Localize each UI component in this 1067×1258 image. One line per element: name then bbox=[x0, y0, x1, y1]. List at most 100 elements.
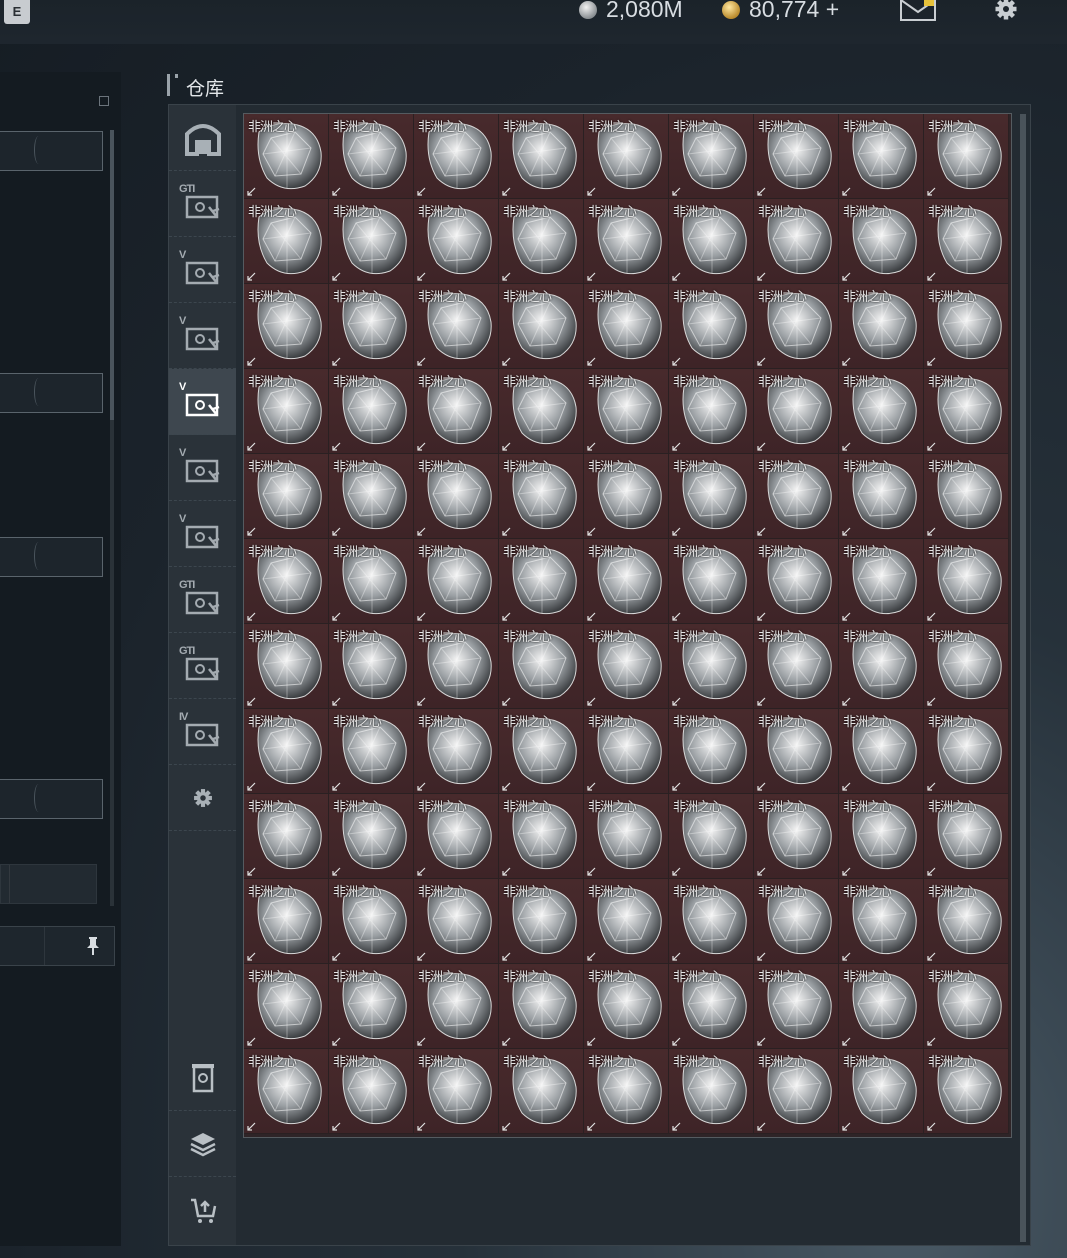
inventory-item[interactable]: 非洲之心 bbox=[499, 1049, 584, 1134]
inventory-item[interactable]: 非洲之心 bbox=[329, 879, 414, 964]
equipment-slot-dark[interactable] bbox=[0, 864, 97, 904]
inventory-item[interactable]: 非洲之心 bbox=[839, 284, 924, 369]
inventory-item[interactable]: 非洲之心 bbox=[414, 199, 499, 284]
inventory-item[interactable]: 非洲之心 bbox=[924, 539, 1009, 624]
inventory-item[interactable]: 非洲之心 bbox=[329, 454, 414, 539]
inventory-item[interactable]: 非洲之心 bbox=[329, 369, 414, 454]
tab-5[interactable]: V bbox=[169, 435, 236, 501]
inventory-item[interactable]: 非洲之心 bbox=[924, 369, 1009, 454]
inventory-item[interactable]: 非洲之心 bbox=[839, 709, 924, 794]
inventory-item[interactable]: 非洲之心 bbox=[754, 454, 839, 539]
inventory-item[interactable]: 非洲之心 bbox=[839, 964, 924, 1049]
inventory-item[interactable]: 非洲之心 bbox=[584, 369, 669, 454]
inventory-item[interactable]: 非洲之心 bbox=[669, 709, 754, 794]
tab-8[interactable]: GTI bbox=[169, 633, 236, 699]
inventory-item[interactable]: 非洲之心 bbox=[414, 539, 499, 624]
mail-button[interactable] bbox=[900, 0, 936, 22]
inventory-item[interactable]: 非洲之心 bbox=[669, 369, 754, 454]
equipment-slot[interactable] bbox=[0, 779, 103, 819]
inventory-item[interactable]: 非洲之心 bbox=[924, 284, 1009, 369]
tab-1[interactable]: GTI bbox=[169, 171, 236, 237]
inventory-item[interactable]: 非洲之心 bbox=[839, 369, 924, 454]
inventory-item[interactable]: 非洲之心 bbox=[754, 1049, 839, 1134]
tab-10[interactable] bbox=[169, 765, 236, 831]
inventory-item[interactable]: 非洲之心 bbox=[669, 964, 754, 1049]
left-scrollbar-track[interactable] bbox=[110, 420, 114, 906]
inventory-item[interactable]: 非洲之心 bbox=[499, 369, 584, 454]
inventory-item[interactable]: 非洲之心 bbox=[414, 709, 499, 794]
inventory-item[interactable]: 非洲之心 bbox=[329, 1049, 414, 1134]
inventory-item[interactable]: 非洲之心 bbox=[499, 879, 584, 964]
inventory-item[interactable]: 非洲之心 bbox=[754, 624, 839, 709]
inventory-item[interactable]: 非洲之心 bbox=[839, 879, 924, 964]
tab-9[interactable]: IV bbox=[169, 699, 236, 765]
inventory-item[interactable]: 非洲之心 bbox=[499, 284, 584, 369]
inventory-item[interactable]: 非洲之心 bbox=[244, 1049, 329, 1134]
inventory-item[interactable]: 非洲之心 bbox=[669, 624, 754, 709]
inventory-item[interactable]: 非洲之心 bbox=[499, 114, 584, 199]
inventory-item[interactable]: 非洲之心 bbox=[329, 624, 414, 709]
equipment-slot[interactable] bbox=[0, 373, 103, 413]
inventory-item[interactable]: 非洲之心 bbox=[329, 114, 414, 199]
layers-button[interactable] bbox=[169, 1111, 236, 1177]
inventory-item[interactable]: 非洲之心 bbox=[839, 794, 924, 879]
inventory-item[interactable]: 非洲之心 bbox=[499, 624, 584, 709]
inventory-item[interactable]: 非洲之心 bbox=[669, 794, 754, 879]
inventory-item[interactable]: 非洲之心 bbox=[839, 454, 924, 539]
inventory-item[interactable]: 非洲之心 bbox=[244, 199, 329, 284]
inventory-item[interactable]: 非洲之心 bbox=[414, 454, 499, 539]
pin-icon[interactable] bbox=[86, 936, 100, 956]
inventory-item[interactable]: 非洲之心 bbox=[924, 1049, 1009, 1134]
inventory-item[interactable]: 非洲之心 bbox=[499, 199, 584, 284]
tab-7[interactable]: GTI bbox=[169, 567, 236, 633]
inventory-item[interactable]: 非洲之心 bbox=[924, 794, 1009, 879]
inventory-item[interactable]: 非洲之心 bbox=[414, 624, 499, 709]
tab-4[interactable]: V bbox=[169, 369, 236, 435]
inventory-item[interactable]: 非洲之心 bbox=[839, 624, 924, 709]
inventory-item[interactable]: 非洲之心 bbox=[584, 709, 669, 794]
inventory-item[interactable]: 非洲之心 bbox=[839, 199, 924, 284]
inventory-item[interactable]: 非洲之心 bbox=[414, 284, 499, 369]
inventory-item[interactable]: 非洲之心 bbox=[329, 539, 414, 624]
tab-6[interactable]: V bbox=[169, 501, 236, 567]
inventory-item[interactable]: 非洲之心 bbox=[584, 114, 669, 199]
inventory-item[interactable]: 非洲之心 bbox=[414, 369, 499, 454]
inventory-item[interactable]: 非洲之心 bbox=[414, 794, 499, 879]
inventory-item[interactable]: 非洲之心 bbox=[669, 1049, 754, 1134]
left-scrollbar-thumb[interactable] bbox=[110, 130, 114, 420]
inventory-item[interactable]: 非洲之心 bbox=[414, 1049, 499, 1134]
inventory-item[interactable]: 非洲之心 bbox=[244, 794, 329, 879]
inventory-item[interactable]: 非洲之心 bbox=[839, 114, 924, 199]
inventory-item[interactable]: 非洲之心 bbox=[924, 454, 1009, 539]
inventory-item[interactable]: 非洲之心 bbox=[414, 114, 499, 199]
inventory-item[interactable]: 非洲之心 bbox=[754, 879, 839, 964]
settings-button[interactable] bbox=[990, 0, 1022, 24]
inventory-item[interactable]: 非洲之心 bbox=[584, 539, 669, 624]
inventory-item[interactable]: 非洲之心 bbox=[584, 1049, 669, 1134]
trash-can-button[interactable] bbox=[169, 1045, 236, 1111]
inventory-item[interactable]: 非洲之心 bbox=[584, 284, 669, 369]
inventory-item[interactable]: 非洲之心 bbox=[669, 879, 754, 964]
checkbox[interactable] bbox=[99, 96, 109, 106]
inventory-item[interactable]: 非洲之心 bbox=[499, 794, 584, 879]
inventory-item[interactable]: 非洲之心 bbox=[754, 284, 839, 369]
inventory-item[interactable]: 非洲之心 bbox=[754, 369, 839, 454]
inventory-item[interactable]: 非洲之心 bbox=[754, 114, 839, 199]
inventory-item[interactable]: 非洲之心 bbox=[244, 114, 329, 199]
inventory-item[interactable]: 非洲之心 bbox=[924, 624, 1009, 709]
inventory-item[interactable]: 非洲之心 bbox=[669, 454, 754, 539]
equipment-slot[interactable] bbox=[0, 537, 103, 577]
inventory-item[interactable]: 非洲之心 bbox=[499, 709, 584, 794]
inventory-item[interactable]: 非洲之心 bbox=[754, 709, 839, 794]
inventory-item[interactable]: 非洲之心 bbox=[499, 454, 584, 539]
inventory-item[interactable]: 非洲之心 bbox=[924, 879, 1009, 964]
inventory-item[interactable]: 非洲之心 bbox=[839, 539, 924, 624]
inventory-item[interactable]: 非洲之心 bbox=[414, 964, 499, 1049]
inventory-item[interactable]: 非洲之心 bbox=[329, 709, 414, 794]
inventory-item[interactable]: 非洲之心 bbox=[584, 199, 669, 284]
inventory-item[interactable]: 非洲之心 bbox=[669, 539, 754, 624]
tab-3[interactable]: V bbox=[169, 303, 236, 369]
inventory-item[interactable]: 非洲之心 bbox=[244, 709, 329, 794]
inventory-item[interactable]: 非洲之心 bbox=[754, 199, 839, 284]
inventory-item[interactable]: 非洲之心 bbox=[754, 964, 839, 1049]
